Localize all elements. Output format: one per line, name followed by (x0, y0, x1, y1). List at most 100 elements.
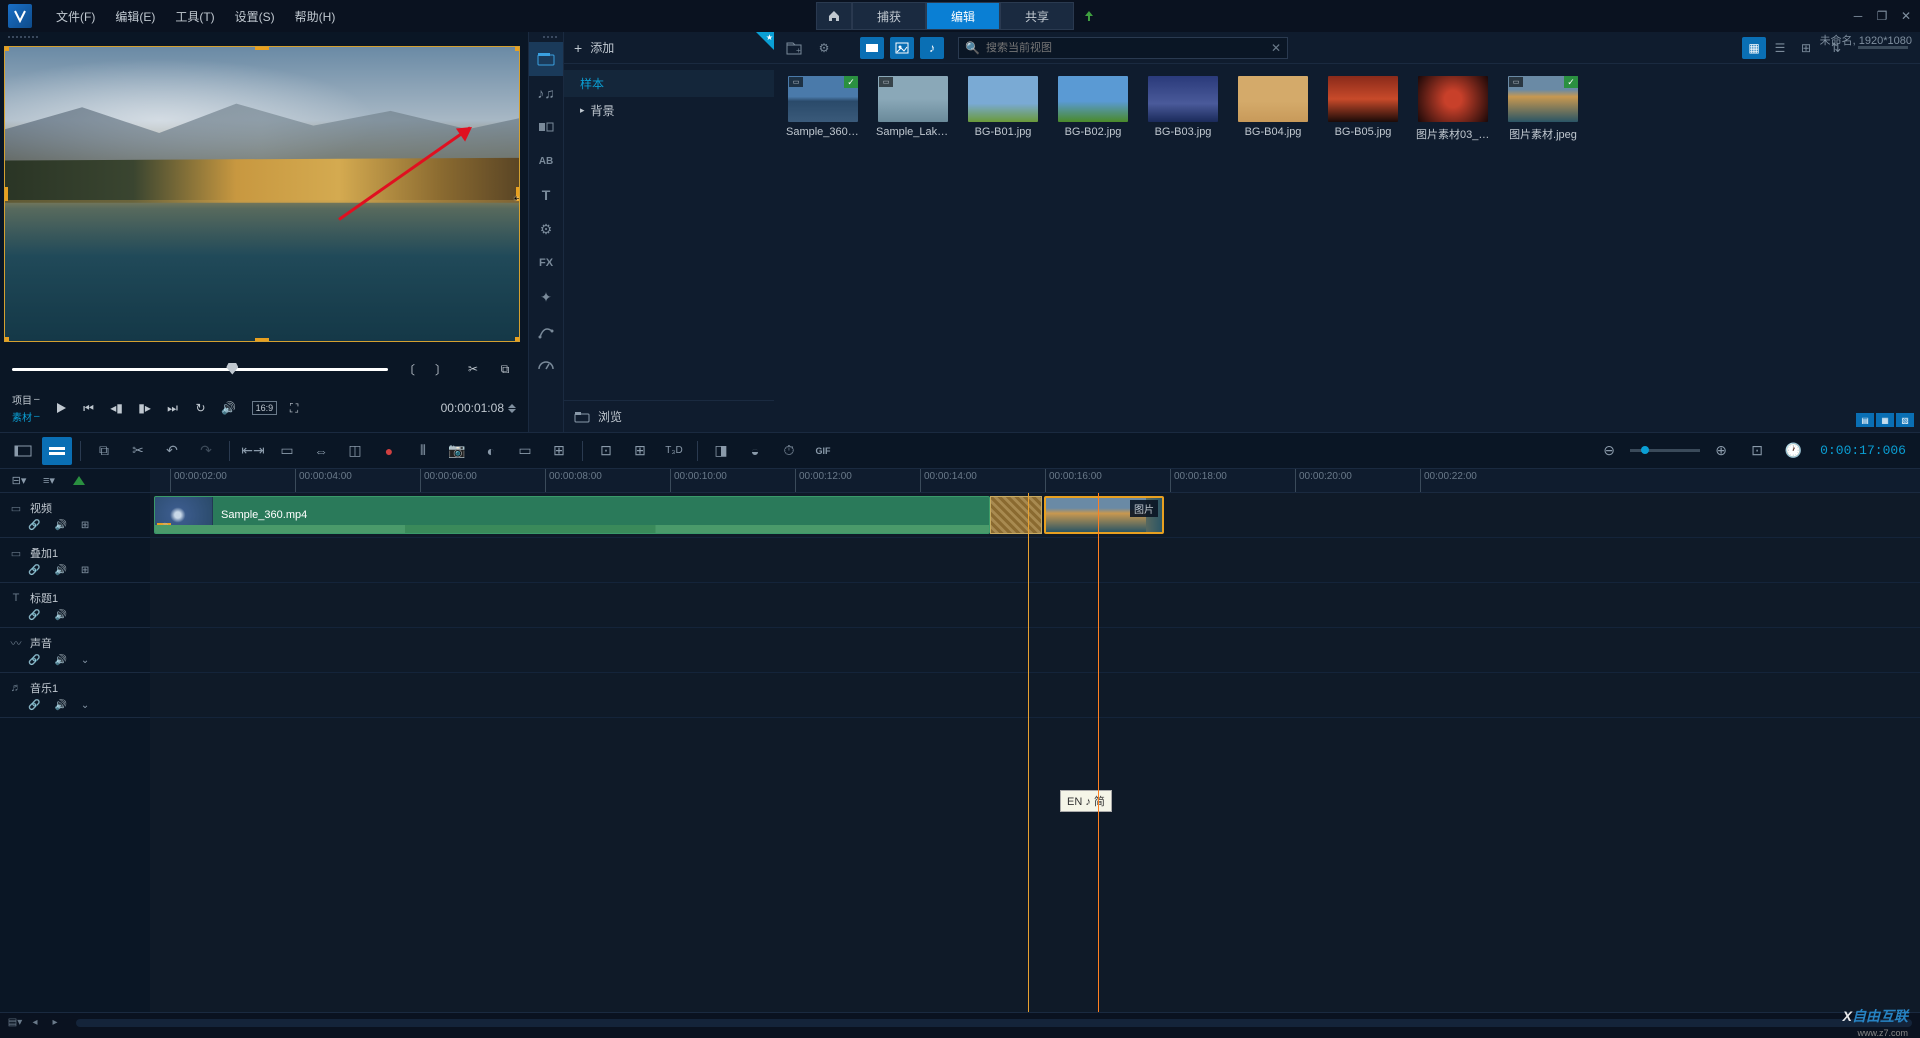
scroll-left-button[interactable]: ◂ (28, 1016, 42, 1030)
thumb-item-4[interactable]: BG-B03.jpg (1146, 76, 1220, 142)
add-label[interactable]: 添加 (590, 39, 614, 56)
favorite-pin-icon[interactable] (756, 32, 774, 50)
scroll-right-button[interactable]: ▸ (48, 1016, 62, 1030)
thumb-item-0[interactable]: ▭✓Sample_360.m... (786, 76, 860, 142)
zoom-in-button[interactable]: ⊕ (1706, 437, 1736, 465)
lib-tab-settings[interactable]: ⚙ (529, 212, 563, 246)
thumb-item-2[interactable]: BG-B01.jpg (966, 76, 1040, 142)
tl-mask-button[interactable]: ◒ (740, 437, 770, 465)
tl-undo-button[interactable]: ↶ (157, 437, 187, 465)
tl-gif-button[interactable]: GIF (808, 437, 838, 465)
selection-handle-w[interactable] (4, 187, 8, 201)
tl-copy-button[interactable]: ⧉ (89, 437, 119, 465)
track-head-sound[interactable]: 〰声音 🔗🔊⌄ (0, 628, 150, 673)
menu-file[interactable]: 文件(F) (48, 4, 103, 29)
thumb-item-1[interactable]: ▭Sample_Lake.... (876, 76, 950, 142)
tree-item-background[interactable]: ▸背景 (564, 97, 774, 124)
ruler-menu-1[interactable]: ⊟▾ (8, 472, 30, 490)
tl-cut-button[interactable]: ✂ (123, 437, 153, 465)
view-grid-button[interactable]: ▦ (1742, 37, 1766, 59)
tl-pan-zoom-button[interactable]: ◨ (706, 437, 736, 465)
project-mode-label[interactable]: 项目– (12, 392, 40, 407)
tl-subtitle-button[interactable]: ▭ (510, 437, 540, 465)
filter-audio-button[interactable]: ♪ (920, 37, 944, 59)
thumb-item-3[interactable]: BG-B02.jpg (1056, 76, 1130, 142)
track-head-overlay[interactable]: ▭叠加1 🔗🔊⊞ (0, 538, 150, 583)
menu-edit[interactable]: 编辑(E) (107, 4, 163, 29)
goto-start-button[interactable]: ⏮ (78, 397, 100, 419)
playhead[interactable] (1028, 493, 1029, 1012)
tl-mixer-button[interactable]: ⫴ (408, 437, 438, 465)
tab-share[interactable]: 共享 (1000, 2, 1074, 30)
panel-drag-handle[interactable] (0, 32, 528, 42)
thumb-item-8[interactable]: ▭✓图片素材.jpeg (1506, 76, 1580, 142)
aspect-ratio-label[interactable]: 16:9 (252, 401, 278, 415)
mini-panel-2[interactable]: ▦ (1876, 413, 1894, 427)
mark-in-icon[interactable]: 〔 (398, 358, 420, 380)
video-lane[interactable]: 🔊 Sample_360.mp4 图片 (150, 493, 1920, 538)
lib-tab-path[interactable] (529, 314, 563, 348)
mark-out-icon[interactable]: 〕 (430, 358, 452, 380)
clear-search-icon[interactable]: ✕ (1271, 41, 1281, 55)
timecode-up-button[interactable] (508, 404, 516, 408)
selection-handle-ne[interactable] (515, 46, 520, 51)
thumb-item-6[interactable]: BG-B05.jpg (1326, 76, 1400, 142)
zoom-out-button[interactable]: ⊖ (1594, 437, 1624, 465)
ruler-track[interactable]: 00:00:02:0000:00:04:0000:00:06:0000:00:0… (150, 469, 1920, 492)
ruler-add-track[interactable] (68, 472, 90, 490)
mini-panel-1[interactable]: ▤ (1856, 413, 1874, 427)
horizontal-scrollbar[interactable] (76, 1019, 1912, 1027)
filter-image-button[interactable] (890, 37, 914, 59)
mini-panel-3[interactable]: ▧ (1896, 413, 1914, 427)
selection-handle-sw[interactable] (4, 337, 9, 342)
tl-3d-text-button[interactable]: T₃D (659, 437, 689, 465)
tab-capture[interactable]: 捕获 (852, 2, 926, 30)
lib-tab-text[interactable]: T (529, 178, 563, 212)
lib-tab-speed[interactable] (529, 348, 563, 382)
edit-cursor[interactable] (1098, 493, 1099, 1012)
fullscreen-button[interactable]: ⛶ (283, 397, 305, 419)
tl-record-button[interactable]: ● (374, 437, 404, 465)
goto-end-button[interactable]: ⏭ (162, 397, 184, 419)
view-list-button[interactable]: ☰ (1768, 37, 1792, 59)
clip-image-1[interactable]: 图片 (1044, 496, 1164, 534)
play-button[interactable] (50, 397, 72, 419)
selection-handle-se[interactable] (515, 337, 520, 342)
tl-storyboard-button[interactable] (8, 437, 38, 465)
thumb-item-7[interactable]: 图片素材03_副... (1416, 76, 1490, 142)
sound-lane[interactable] (150, 628, 1920, 673)
selection-handle-s[interactable] (255, 338, 269, 342)
browse-label[interactable]: 浏览 (598, 408, 622, 425)
track-link-icon[interactable]: 🔗 (28, 520, 40, 531)
snapshot-icon[interactable]: ⧉ (494, 358, 516, 380)
tl-multi-button[interactable]: ⊞ (625, 437, 655, 465)
title-lane[interactable] (150, 583, 1920, 628)
lib-tab-audio[interactable]: ♪♫ (529, 76, 563, 110)
lib-tab-fx[interactable]: FX (529, 246, 563, 280)
track-head-title[interactable]: T标题1 🔗🔊 (0, 583, 150, 628)
menu-settings[interactable]: 设置(S) (227, 4, 283, 29)
lib-tab-media[interactable] (529, 42, 563, 76)
clip-video-1[interactable]: 🔊 Sample_360.mp4 (154, 496, 990, 534)
timeline-zoom-slider[interactable] (1630, 449, 1700, 452)
fit-timeline-button[interactable]: ⊡ (1742, 437, 1772, 465)
tab-upload-icon[interactable] (1074, 2, 1104, 30)
tl-track-motion-button[interactable]: ⊡ (591, 437, 621, 465)
track-lanes[interactable]: 🔊 Sample_360.mp4 图片 EN ♪ 简 (150, 493, 1920, 1012)
tl-redo-button[interactable]: ↷ (191, 437, 221, 465)
thumb-item-5[interactable]: BG-B04.jpg (1236, 76, 1310, 142)
loop-button[interactable]: ↻ (190, 397, 212, 419)
tl-camera-button[interactable]: 📷 (442, 437, 472, 465)
tree-item-sample[interactable]: 样本 (564, 70, 774, 97)
scrub-track[interactable] (12, 368, 388, 371)
tl-crop-button[interactable]: ◫ (340, 437, 370, 465)
ruler-menu-2[interactable]: ≡▾ (38, 472, 60, 490)
settings-gear-button[interactable]: ⚙ (812, 37, 836, 59)
lib-tab-magic[interactable]: ✦ (529, 280, 563, 314)
clock-button[interactable]: 🕐 (1778, 437, 1808, 465)
tl-speed-button[interactable]: ⏱ (774, 437, 804, 465)
selection-handle-n[interactable] (255, 46, 269, 50)
clip-mode-label[interactable]: 素材– (12, 409, 40, 424)
search-input[interactable] (986, 42, 1265, 54)
preview-viewport[interactable]: ↔ (4, 46, 520, 342)
